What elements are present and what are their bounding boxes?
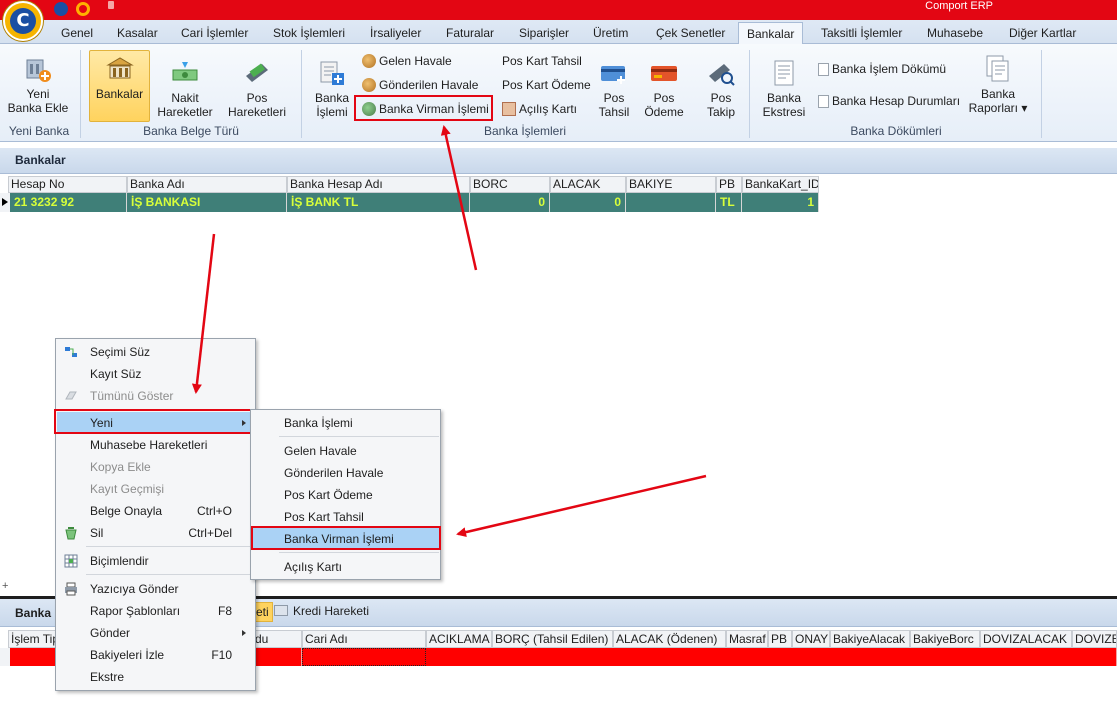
annotation-arrows	[191, 125, 707, 538]
annotation-arrow-to-ribbon-virman	[440, 125, 478, 271]
app-logo[interactable]: C	[3, 1, 43, 41]
app-logo-letter: C	[10, 8, 36, 34]
annotation-arrow-to-yeni	[191, 233, 216, 394]
annotation-arrow-to-submenu-virman	[456, 474, 707, 538]
